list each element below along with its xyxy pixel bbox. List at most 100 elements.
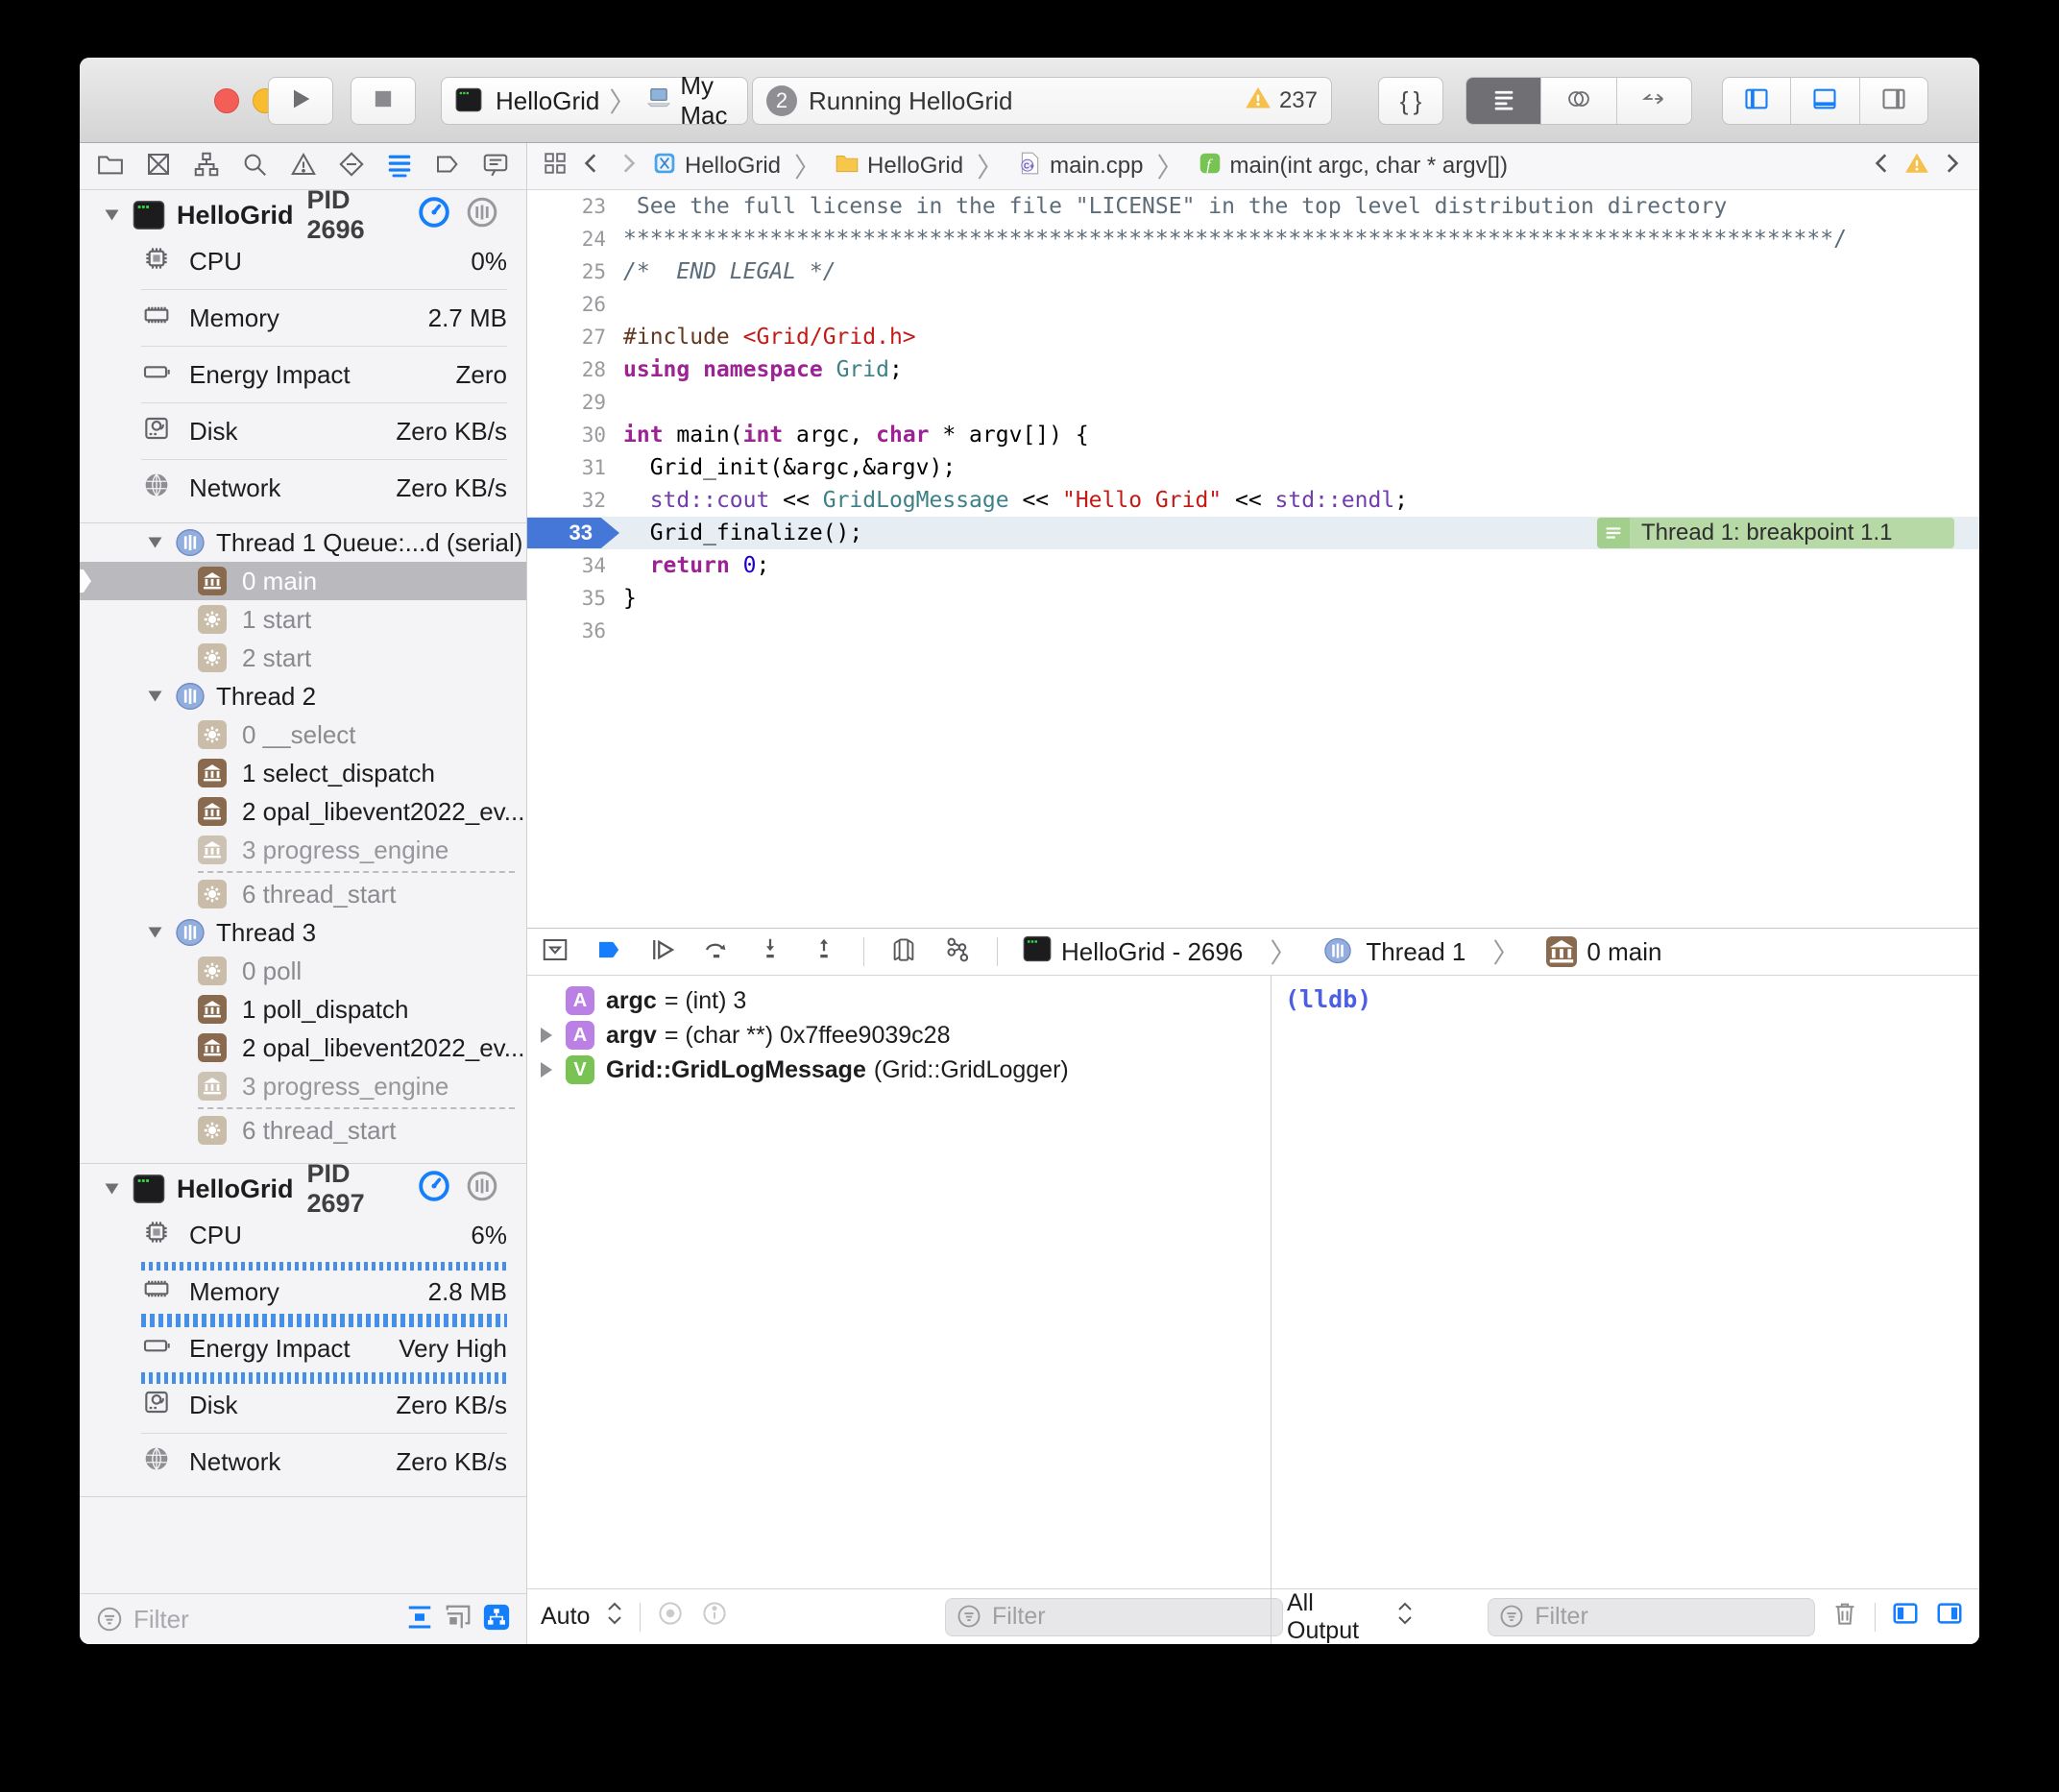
breadcrumb-group[interactable]: HelloGrid	[835, 151, 963, 182]
scope-stepper-icon[interactable]	[605, 1601, 624, 1633]
stat-row-disk[interactable]: DiskZero KB/s	[80, 1384, 526, 1426]
console-pane-toggle-icon[interactable]	[1935, 1599, 1964, 1635]
close-window-button[interactable]	[214, 88, 239, 113]
back-button[interactable]	[579, 151, 604, 182]
stat-row-network[interactable]: NetworkZero KB/s	[80, 467, 526, 509]
disclosure-triangle-icon[interactable]	[149, 538, 162, 548]
source-editor[interactable]: 23 See the full license in the file "LIC…	[527, 190, 1979, 928]
step-over-icon[interactable]	[702, 935, 731, 969]
breadcrumb-project[interactable]: HelloGrid	[652, 151, 781, 182]
code-line[interactable]: 34 return 0;	[527, 549, 1979, 582]
disclosure-triangle-icon[interactable]	[106, 1184, 119, 1195]
code-line[interactable]: 33 Grid_finalize();33Thread 1: breakpoin…	[527, 517, 1979, 549]
code-line[interactable]: 24**************************************…	[527, 223, 1979, 255]
standard-editor-button[interactable]	[1466, 78, 1540, 124]
thread-row[interactable]: Thread 3	[80, 913, 526, 952]
stack-frame-row[interactable]: 1 poll_dispatch	[80, 990, 526, 1029]
debug-process-crumb[interactable]: HelloGrid - 2696	[1023, 934, 1243, 970]
code-line[interactable]: 31 Grid_init(&argc,&argv);	[527, 451, 1979, 484]
stat-row-memory[interactable]: Memory2.7 MB	[80, 297, 526, 339]
thread-row[interactable]: Thread 2	[80, 677, 526, 715]
code-line[interactable]: 27#include <Grid/Grid.h>	[527, 321, 1979, 353]
stack-frame-row[interactable]: 1 start	[80, 600, 526, 639]
stack-frame-row[interactable]: 0 poll	[80, 952, 526, 990]
breakpoints-enabled-icon[interactable]	[594, 935, 623, 969]
code-line[interactable]: 35}	[527, 582, 1979, 615]
stack-frame-row[interactable]: 3 progress_engine	[80, 831, 526, 869]
nav-tab-debug[interactable]	[380, 147, 419, 185]
scope-stepper-icon[interactable]	[1395, 1601, 1415, 1633]
hide-debug-area-icon[interactable]	[541, 935, 569, 969]
activity-view[interactable]: 2 Running HelloGrid 237	[752, 77, 1332, 125]
code-review-button[interactable]: { }	[1378, 77, 1443, 125]
stat-row-cpu[interactable]: CPU0%	[80, 240, 526, 282]
stack-frame-row[interactable]: 6 thread_start	[80, 875, 526, 913]
debug-frame-crumb[interactable]: 0 main	[1546, 936, 1661, 967]
breakpoint-annotation[interactable]: Thread 1: breakpoint 1.1	[1597, 518, 1954, 548]
thread-view-button[interactable]	[465, 1169, 499, 1210]
gauge-button[interactable]	[417, 1169, 451, 1210]
disclosure-triangle-icon[interactable]	[541, 1062, 552, 1078]
process-header[interactable]: HelloGridPID 2697	[80, 1164, 526, 1214]
previous-issue-button[interactable]	[1870, 151, 1895, 182]
stat-row-energy-impact[interactable]: Energy ImpactVery High	[80, 1327, 526, 1369]
disclosure-triangle-icon[interactable]	[149, 691, 162, 702]
code-line[interactable]: 30int main(int argc, char * argv[]) {	[527, 419, 1979, 451]
console-view[interactable]: (lldb)	[1271, 976, 1979, 1589]
variables-scope-select[interactable]: Auto	[541, 1603, 590, 1631]
navigator-toggle-button[interactable]	[1723, 78, 1790, 124]
stack-frame-row[interactable]: 2 opal_libevent2022_ev...	[80, 1029, 526, 1067]
stat-row-cpu[interactable]: CPU6%	[80, 1214, 526, 1256]
code-line[interactable]: 23 See the full license in the file "LIC…	[527, 190, 1979, 223]
stack-frame-row[interactable]: 0 main	[80, 562, 526, 600]
code-line[interactable]: 32 std::cout << GridLogMessage << "Hello…	[527, 484, 1979, 517]
variable-row[interactable]: Aargc = (int) 3	[527, 983, 1270, 1018]
run-button[interactable]	[268, 77, 333, 125]
quick-look-icon[interactable]	[656, 1599, 685, 1635]
step-into-icon[interactable]	[756, 935, 785, 969]
code-line[interactable]: 36	[527, 615, 1979, 647]
breakpoint-badge[interactable]: 33	[527, 518, 619, 548]
disclosure-triangle-icon[interactable]	[106, 210, 119, 221]
related-items-icon[interactable]	[543, 151, 568, 182]
filter-frames-icon[interactable]	[444, 1603, 472, 1636]
next-issue-button[interactable]	[1939, 151, 1964, 182]
step-out-icon[interactable]	[810, 935, 838, 969]
disclosure-triangle-icon[interactable]	[149, 928, 162, 938]
thread-view-button[interactable]	[465, 195, 499, 236]
code-line[interactable]: 25/* END LEGAL */	[527, 255, 1979, 288]
variable-row[interactable]: Aargv = (char **) 0x7ffee9039c28	[527, 1018, 1270, 1053]
debug-thread-crumb[interactable]: Thread 1	[1323, 936, 1466, 967]
debug-area-toggle-button[interactable]	[1790, 78, 1858, 124]
variables-view[interactable]: Aargc = (int) 3Aargv = (char **) 0x7ffee…	[527, 976, 1270, 1589]
nav-tab-test[interactable]	[332, 147, 371, 185]
breadcrumb-symbol[interactable]: f main(int argc, char * argv[])	[1198, 151, 1508, 182]
inspector-toggle-button[interactable]	[1859, 78, 1927, 124]
process-header[interactable]: HelloGridPID 2696	[80, 190, 526, 240]
stack-frame-row[interactable]: 6 thread_start	[80, 1111, 526, 1150]
filter-flatten-icon[interactable]	[405, 1603, 434, 1636]
console-filter-field[interactable]: Filter	[1488, 1598, 1815, 1636]
forward-button[interactable]	[616, 151, 641, 182]
navigator-filter-input[interactable]: Filter	[133, 1605, 189, 1635]
nav-tab-report[interactable]	[476, 147, 515, 185]
nav-tab-source-control[interactable]	[139, 147, 178, 185]
nav-tab-symbol[interactable]	[187, 147, 226, 185]
nav-tab-project[interactable]	[91, 147, 130, 185]
gauge-button[interactable]	[417, 195, 451, 236]
code-line[interactable]: 26	[527, 288, 1979, 321]
stat-row-energy-impact[interactable]: Energy ImpactZero	[80, 353, 526, 396]
stack-frame-row[interactable]: 3 progress_engine	[80, 1067, 526, 1105]
stack-frame-row[interactable]: 2 start	[80, 639, 526, 677]
variables-filter-field[interactable]: Filter	[945, 1598, 1283, 1636]
variable-row[interactable]: VGrid::GridLogMessage (Grid::GridLogger)	[527, 1053, 1270, 1087]
version-editor-button[interactable]	[1616, 78, 1691, 124]
variables-pane-toggle-icon[interactable]	[1891, 1599, 1920, 1635]
thread-row[interactable]: Thread 1 Queue:...d (serial)	[80, 523, 526, 562]
disclosure-triangle-icon[interactable]	[541, 1028, 552, 1043]
code-line[interactable]: 29	[527, 386, 1979, 419]
stat-row-disk[interactable]: DiskZero KB/s	[80, 410, 526, 452]
view-hierarchy-icon[interactable]	[889, 935, 918, 969]
filter-hierarchy-icon[interactable]	[482, 1603, 511, 1636]
console-scope-select[interactable]: All Output	[1287, 1589, 1380, 1645]
